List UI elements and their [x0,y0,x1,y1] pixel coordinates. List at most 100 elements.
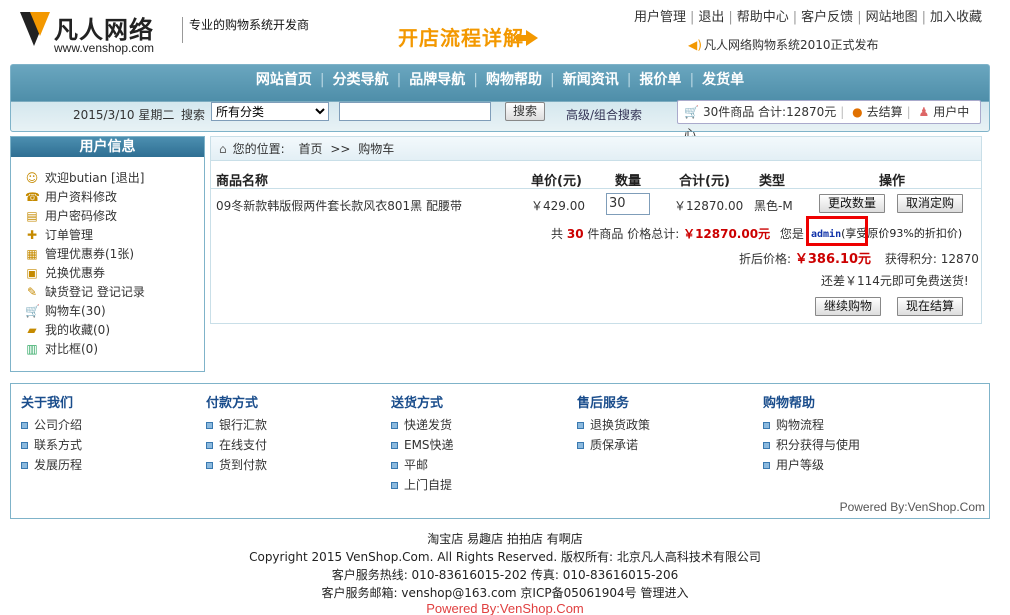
arrow-right-icon [516,30,538,46]
toplink-logout[interactable]: 退出 [694,10,728,25]
footer-shops[interactable]: 淘宝店 易趣店 拍拍店 有啊店 [0,530,1010,547]
cancel-order-button[interactable]: 取消定购 [897,194,963,213]
toplink-feedback[interactable]: 客户反馈 [797,10,857,25]
advanced-search-link[interactable]: 高级/组合搜索 [566,106,642,123]
list-item[interactable]: 积分获得与使用 [763,435,943,455]
footer-info: 关于我们 公司介绍 联系方式 发展历程 付款方式 银行汇款 在线支付 货到付款 … [10,383,990,519]
speaker-icon: ◀) [688,38,702,52]
grand-total: ￥12870.00元 [683,227,771,241]
nav-category[interactable]: 分类导航 [325,72,397,88]
info-col-aftersale: 售后服务 退换货政策 质保承诺 [577,392,757,455]
points-value: 12870 [940,252,979,266]
toplink-help[interactable]: 帮助中心 [733,10,793,25]
key-icon: ▤ [26,209,38,223]
folder-icon: ▰ [27,323,37,337]
list-item[interactable]: 在线支付 [206,435,386,455]
logo-url: www.venshop.com [54,41,155,55]
col-op: 操作 [879,174,906,189]
order-icon: ✚ [26,228,38,242]
cart-icon: 🛒 [25,304,40,318]
nav-news[interactable]: 新闻资讯 [555,72,627,88]
sidebar-item-profile[interactable]: ☎ 用户资料修改 [25,188,204,207]
category-select[interactable]: 所有分类 [211,102,329,121]
powered-by: Powered By:VenShop.Com [839,500,985,514]
logo-name: 凡人网络 [54,16,154,44]
list-item[interactable]: 公司介绍 [21,415,201,435]
coin-icon: ● [852,105,863,119]
nav-home[interactable]: 网站首页 [248,72,320,88]
footer-hotline: 客户服务热线: 010-83616015-202 传真: 010-8361601… [331,568,679,582]
checkout-link[interactable]: 去结算 [867,105,903,119]
cart-icon: 🛒 [684,105,699,119]
search-button[interactable]: 搜索 [505,102,545,121]
search-bar: 2015/3/10 星期二 搜索 所有分类 搜索 高级/组合搜索 🛒 30件商品 … [11,100,989,141]
sidebar-item-password[interactable]: ▤ 用户密码修改 [25,207,204,226]
list-item[interactable]: 上门自提 [391,475,571,495]
cart-panel: ⌂ 您的位置: 首页 >> 购物车 商品名称 单价(元) 数量 合计(元) 类型 … [210,136,982,324]
promo-banner[interactable]: 开店流程详解 [398,22,538,51]
sidebar-title: 用户信息 [11,137,204,157]
item-price: ￥429.00 [531,199,585,213]
list-item[interactable]: 快递发货 [391,415,571,435]
sidebar-item-welcome[interactable]: ☺ 欢迎butian [退出] [25,169,204,188]
nav-help[interactable]: 购物帮助 [478,72,550,88]
sidebar-item-favorites[interactable]: ▰ 我的收藏(0) [25,321,204,340]
list-item[interactable]: 银行汇款 [206,415,386,435]
promo-text: 开店流程详解 [398,26,524,50]
toplink-sitemap[interactable]: 网站地图 [862,10,922,25]
main-nav: 网站首页 | 分类导航 | 品牌导航 | 购物帮助 | 新闻资讯 | 报价单 | 发货单 2015/3/… [10,64,990,141]
list-item[interactable]: 发展历程 [21,455,201,475]
user-sidebar: 用户信息 ☺ 欢迎butian [退出] ☎ 用户资料修改 ▤ 用户密码修改 ✚ 订单管… [10,136,205,372]
breadcrumb: ⌂ 您的位置: 首页 >> 购物车 [211,137,981,161]
coupon-icon: ▦ [26,247,38,261]
site-logo[interactable]: 凡人网络 www.venshop.com [20,12,180,56]
item-name[interactable]: 09冬新款韩版假两件套长款风衣801黑 配腰带 [216,197,462,214]
quantity-input[interactable]: 30 [606,193,650,215]
sidebar-item-coupons[interactable]: ▦ 管理优惠券(1张) [25,245,204,264]
footer-powered[interactable]: Powered By:VenShop.Com [0,601,1010,615]
nav-menu: 网站首页 | 分类导航 | 品牌导航 | 购物帮助 | 新闻资讯 | 报价单 | 发货单 [11,69,989,89]
info-col-about: 关于我们 公司介绍 联系方式 发展历程 [21,392,201,475]
search-label: 搜索 [181,108,206,122]
footer-copyright: Copyright 2015 VenShop.Com. All Rights R… [249,550,761,564]
list-item[interactable]: 用户等级 [763,455,943,475]
cart-summary[interactable]: 30件商品 合计:12870元 [703,105,836,119]
col-qty: 数量 [615,174,642,189]
sidebar-item-cart[interactable]: 🛒 购物车(30) [25,302,204,321]
item-total: ￥12870.00 [674,199,744,213]
checkout-now-button[interactable]: 现在结算 [897,297,963,316]
list-item[interactable]: 退换货政策 [577,415,757,435]
nav-brand[interactable]: 品牌导航 [401,72,473,88]
top-links: 用户管理 | 退出 | 帮助中心 | 客户反馈 | 网站地图 | 加入收藏 [630,6,986,25]
sidebar-item-stockout[interactable]: ✎ 缺货登记 登记记录 [25,283,204,302]
col-price: 单价(元) [531,174,582,189]
sidebar-item-orders[interactable]: ✚ 订单管理 [25,226,204,245]
search-input[interactable] [339,102,491,121]
discount-price: ￥386.10元 [794,252,872,267]
current-date: 2015/3/10 星期二 [73,108,175,122]
list-item[interactable]: 购物流程 [763,415,943,435]
breadcrumb-home[interactable]: 首页 [299,142,323,156]
user-icon: ♟ [918,105,930,119]
list-item[interactable]: 货到付款 [206,455,386,475]
breadcrumb-label: 您的位置: [232,142,285,156]
sidebar-item-redeem[interactable]: ▣ 兑换优惠券 [25,264,204,283]
continue-shopping-button[interactable]: 继续购物 [815,297,881,316]
update-qty-button[interactable]: 更改数量 [819,194,885,213]
profile-icon: ☎ [25,190,40,204]
list-item[interactable]: 平邮 [391,455,571,475]
logo-mark-accent [30,12,50,36]
sidebar-item-compare[interactable]: ▥ 对比框(0) [25,340,204,359]
toplink-favorite[interactable]: 加入收藏 [926,10,986,25]
nav-invoice[interactable]: 发货单 [694,72,752,88]
item-type: 黑色-M [754,199,793,213]
toplink-user-manage[interactable]: 用户管理 [630,10,690,25]
list-item[interactable]: 联系方式 [21,435,201,455]
nav-quote[interactable]: 报价单 [631,72,689,88]
list-item[interactable]: EMS快递 [391,435,571,455]
cart-summary-line: 共 30 件商品 价格总计: ￥12870.00元 您是 [551,227,804,241]
breadcrumb-current: 购物车 [358,142,395,156]
list-item[interactable]: 质保承诺 [577,435,757,455]
user-icon: ☺ [25,171,39,185]
notice[interactable]: ◀) 凡人网络购物系统2010正式发布 [688,36,879,53]
